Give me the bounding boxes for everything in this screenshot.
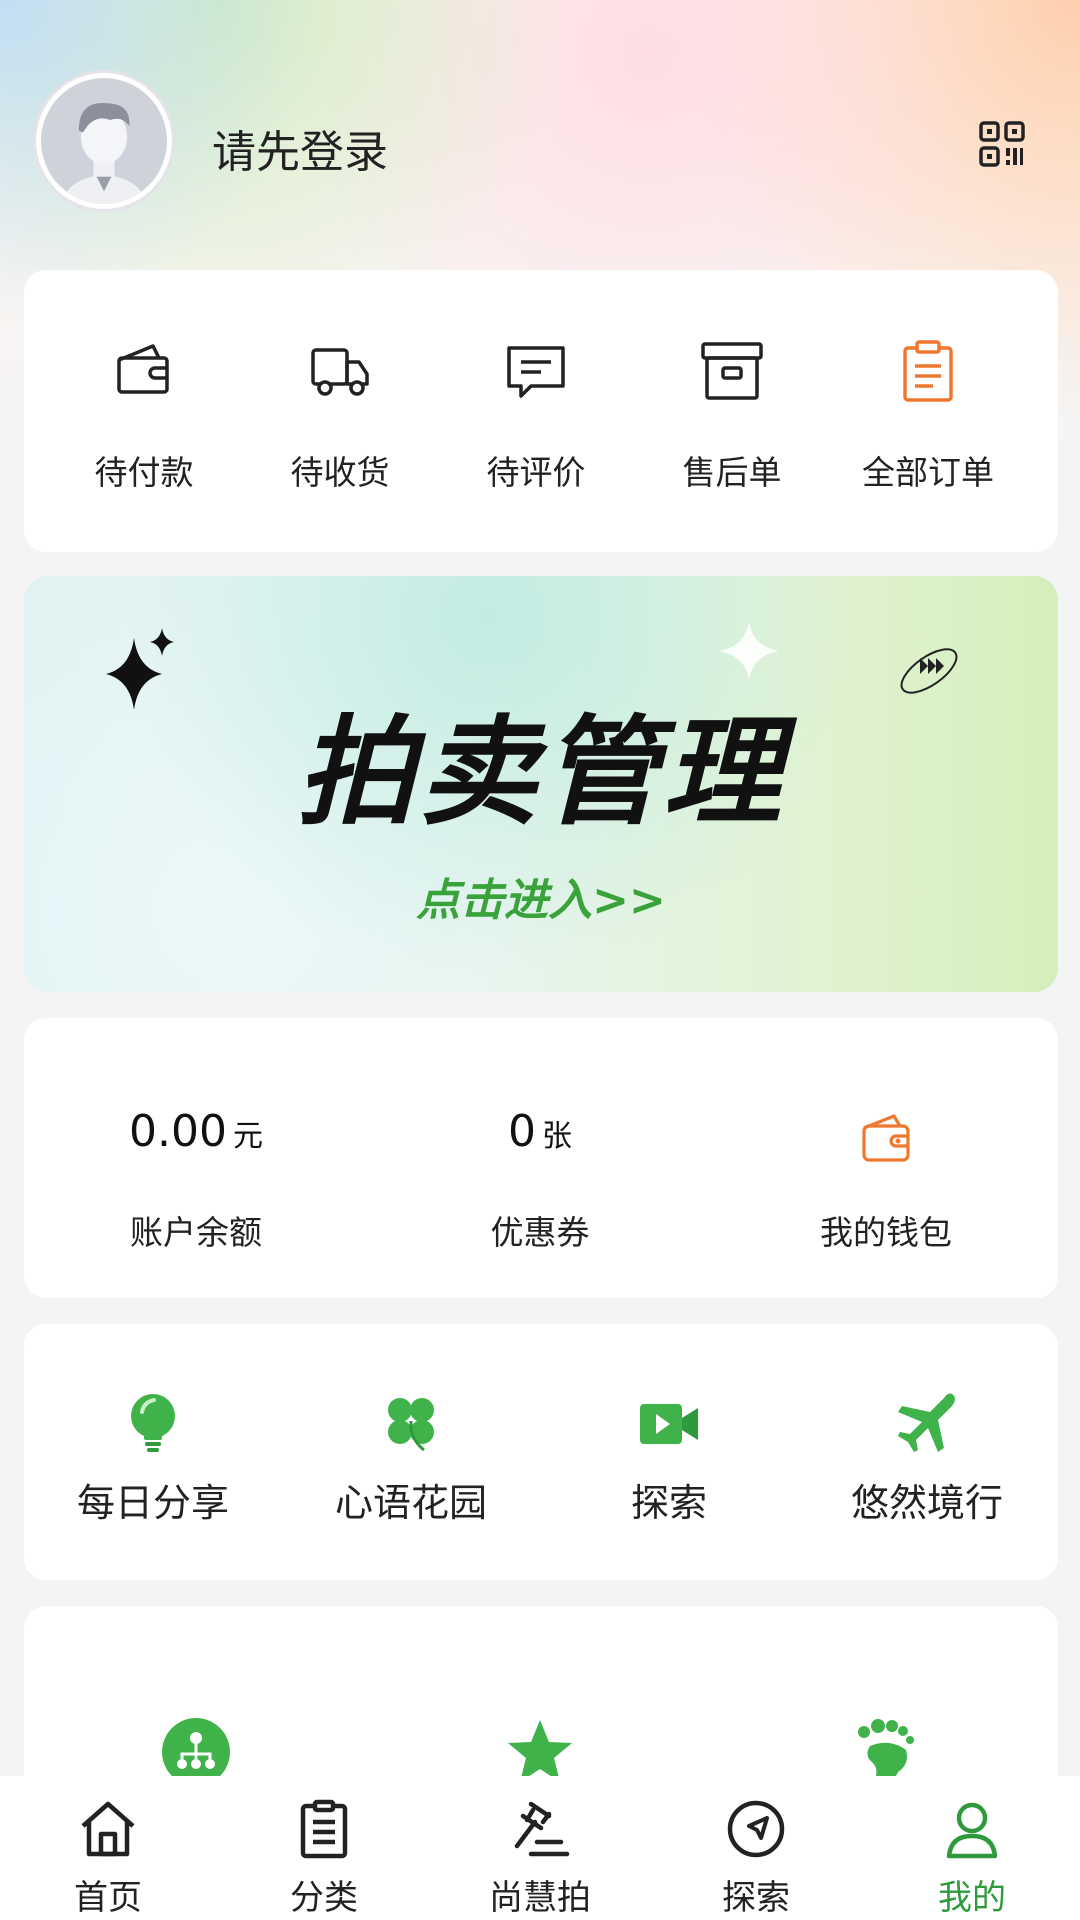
clover-icon [388, 1398, 434, 1452]
feature-explore[interactable]: 探索 [540, 1324, 798, 1580]
tab-label: 首页 [74, 1878, 142, 1918]
order-pending-payment[interactable]: 待付款 [46, 270, 242, 552]
feature-label: 心语花园 [334, 1481, 487, 1525]
coupons-value: 0 [508, 1106, 536, 1157]
order-after-sales[interactable]: 售后单 [634, 270, 830, 552]
my-wallet[interactable]: 我的钱包 [714, 1018, 1058, 1298]
avatar[interactable] [33, 70, 175, 212]
tab-category[interactable]: 分类 [216, 1776, 432, 1920]
tab-label: 探索 [722, 1878, 790, 1918]
airplane-icon [898, 1393, 955, 1452]
tab-label: 尚慧拍 [489, 1878, 591, 1918]
tab-label: 分类 [290, 1878, 358, 1918]
order-label: 售后单 [682, 453, 782, 492]
wallet-icon [117, 344, 169, 394]
truck-icon [311, 348, 369, 396]
order-label: 待付款 [94, 453, 194, 492]
feature-label: 探索 [630, 1481, 707, 1525]
list-icon [300, 1799, 348, 1859]
archive-box-icon [701, 342, 763, 400]
default-avatar-icon [41, 78, 167, 204]
wallet-card: 0.00 元 账户余额 0张 优惠券 我的钱包 [24, 1018, 1058, 1298]
coupons[interactable]: 0张 优惠券 [368, 1018, 712, 1298]
tab-auction[interactable]: 尚慧拍 [432, 1776, 648, 1920]
order-pending-receipt[interactable]: 待收货 [242, 270, 438, 552]
user-icon [946, 1802, 998, 1859]
feature-leisure-travel[interactable]: 悠然境行 [798, 1324, 1056, 1580]
feature-label: 每日分享 [76, 1481, 229, 1525]
balance-value-row: 0.00 元 [24, 1106, 368, 1157]
feature-heart-garden[interactable]: 心语花园 [282, 1324, 540, 1580]
gavel-icon [514, 1801, 570, 1857]
profile-header: 请先登录 [0, 70, 1080, 220]
tab-mine[interactable]: 我的 [864, 1776, 1080, 1920]
tab-explore[interactable]: 探索 [648, 1776, 864, 1920]
balance-label: 账户余额 [130, 1213, 262, 1252]
order-label: 待收货 [290, 453, 390, 492]
coupons-unit: 张 [542, 1119, 572, 1154]
lightbulb-icon [131, 1394, 175, 1452]
feature-daily-share[interactable]: 每日分享 [24, 1324, 282, 1580]
order-label: 待评价 [486, 453, 586, 492]
auction-banner[interactable]: 拍卖管理 点击进入>> [24, 576, 1058, 992]
order-label: 全部订单 [862, 453, 994, 492]
banner-title: 拍卖管理 [296, 702, 785, 841]
balance-value: 0.00 [129, 1106, 227, 1157]
account-balance[interactable]: 0.00 元 账户余额 [24, 1018, 368, 1298]
qr-code-icon[interactable] [978, 120, 1026, 168]
home-icon [81, 1801, 135, 1857]
bottom-tab-bar: 首页 分类 尚慧拍 探索 我的 [0, 1776, 1080, 1920]
comment-icon [507, 346, 565, 398]
balance-unit: 元 [232, 1119, 263, 1154]
feature-label: 悠然境行 [850, 1481, 1003, 1525]
my-wallet-label: 我的钱包 [820, 1213, 952, 1252]
login-prompt[interactable]: 请先登录 [212, 116, 388, 180]
coupons-label: 优惠券 [490, 1213, 590, 1252]
order-all[interactable]: 全部订单 [830, 270, 1026, 552]
order-pending-review[interactable]: 待评价 [438, 270, 634, 552]
clipboard-icon [903, 340, 953, 402]
coupons-value-row: 0张 [368, 1106, 712, 1157]
video-camera-icon [640, 1404, 698, 1444]
features-card: 每日分享 心语花园 探索 悠然境行 [24, 1324, 1058, 1580]
compass-icon [727, 1800, 785, 1858]
tab-label: 我的 [938, 1878, 1006, 1918]
wallet-icon [862, 1114, 910, 1162]
orders-card: 待付款 待收货 待评价 售后单 全部订单 [24, 270, 1058, 552]
tab-home[interactable]: 首页 [0, 1776, 216, 1920]
banner-enter-link[interactable]: 点击进入>> [24, 864, 1058, 928]
